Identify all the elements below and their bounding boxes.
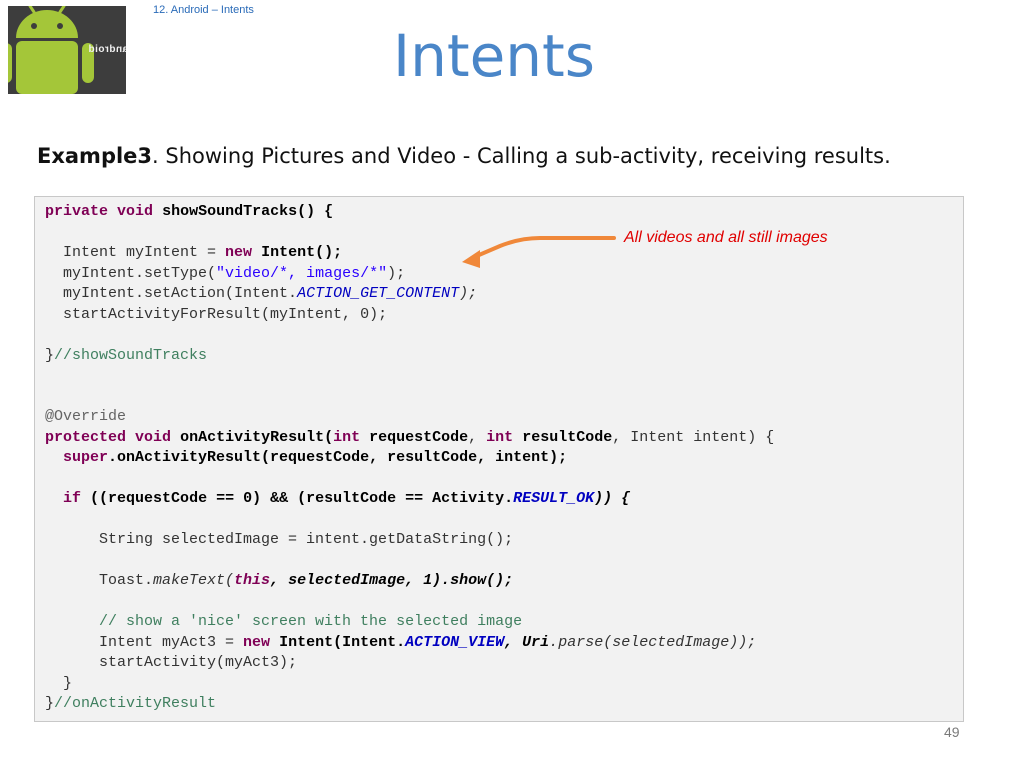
code-token: )) { [594,490,631,507]
code-token: int [333,428,361,446]
code-token: super [63,449,109,466]
code-token: resultCode [522,428,613,446]
code-token: makeText( [153,572,235,589]
code-token: . [549,633,559,651]
code-token: , Intent intent) { [612,428,775,446]
annotation-note: All videos and all still images [624,229,828,246]
code-token: ); [459,285,478,302]
breadcrumb: 12. Android – Intents [153,4,254,16]
code-token: parse(selectedImage)); [558,633,757,651]
code-block: private void showSoundTracks() { Intent … [34,196,964,722]
code-token: requestCode [369,428,469,446]
code-token: ACTION_VIEW [405,633,505,651]
code-token: } [63,674,73,692]
code-token: Intent myIntent = [63,244,226,261]
code-token: Intent(Intent. [279,633,406,651]
code-token: new [243,633,271,651]
code-token: int [486,428,514,446]
code-token: , [504,633,523,651]
code-comment: //showSoundTracks [54,346,208,364]
code-token: .onActivityResult(requestCode, resultCod… [108,449,568,466]
code-token: protected [45,428,127,446]
code-token: if [63,490,82,507]
code-token: ACTION_GET_CONTENT [297,285,460,302]
code-token: } [45,346,55,364]
example-description: . Showing Pictures and Video - Calling a… [152,144,891,168]
code-token: myIntent.setAction(Intent. [63,285,298,302]
code-token: this [234,572,271,589]
code-token: onActivityResult( [180,428,334,446]
code-token: Intent(); [261,244,343,261]
code-token: String selectedImage = intent.getDataStr… [99,531,514,548]
callout-arrow-icon [462,236,616,268]
example-heading: Example3. Showing Pictures and Video - C… [37,144,891,168]
code-token: startActivityForResult(myIntent, 0); [63,305,388,323]
code-token: myIntent.setType( [63,264,217,282]
code-token: , [468,428,487,446]
code-token: Toast. [99,572,154,589]
code-token: "video/*, images/*" [216,264,388,282]
code-comment: //onActivityResult [54,695,217,712]
code-token: new [225,244,253,261]
code-token: void [117,203,154,220]
code-token: ((requestCode == 0) && (resultCode == Ac… [90,490,514,507]
code-token: RESULT_OK [513,490,595,507]
code-annotation: @Override [45,408,127,425]
code-token: Intent myAct3 = [99,633,244,651]
code-token: startActivity(myAct3); [99,654,298,671]
code-token: private [45,203,109,220]
code-token: ); [387,264,406,282]
page-number: 49 [944,724,960,740]
code-token: Uri [522,633,550,651]
code-comment: // show a 'nice' screen with the selecte… [99,613,523,630]
code-token: , selectedImage, 1).show(); [270,572,514,589]
example-label: Example3 [37,144,153,168]
code-token: showSoundTracks() { [162,203,334,220]
code-token: } [45,695,55,712]
code-token: void [135,428,172,446]
code-listing: private void showSoundTracks() { Intent … [45,202,774,715]
slide-title: Intents [392,22,595,90]
